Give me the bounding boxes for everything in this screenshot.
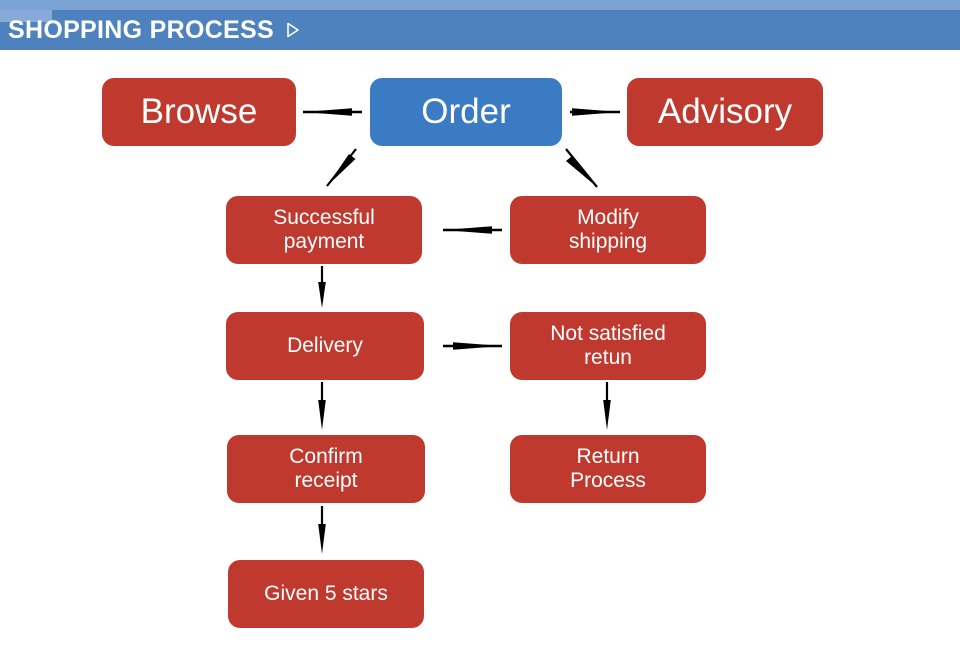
node-advisory[interactable]: Advisory (627, 78, 823, 146)
node-successful-payment[interactable]: Successful payment (226, 196, 422, 264)
play-triangle-icon (286, 22, 300, 38)
edge-delivery-to-not-satisfied (443, 342, 502, 350)
node-delivery[interactable]: Delivery (226, 312, 424, 380)
edge-order-to-advisory (570, 108, 620, 116)
header-top-accent-strip (0, 0, 960, 10)
shopping-process-flowchart: Browse Order Advisory Successful payment… (0, 50, 960, 654)
edge-order-to-browse (303, 108, 362, 116)
node-return-process[interactable]: Return Process (510, 435, 706, 503)
node-not-satisfied-retun[interactable]: Not satisfied retun (510, 312, 706, 380)
node-advisory-label: Advisory (657, 92, 793, 132)
node-modify-shipping[interactable]: Modify shipping (510, 196, 706, 264)
node-confirm-receipt-label: Confirm receipt (289, 445, 363, 492)
node-given-5-stars-label: Given 5 stars (264, 582, 388, 606)
node-browse[interactable]: Browse (102, 78, 296, 146)
node-not-satisfied-retun-label: Not satisfied retun (550, 322, 666, 369)
node-modify-shipping-label: Modify shipping (568, 206, 648, 253)
node-given-5-stars[interactable]: Given 5 stars (228, 560, 424, 628)
edge-order-to-modify-shipping (565, 148, 598, 188)
node-successful-payment-label: Successful payment (273, 206, 375, 253)
edge-modify-shipping-to-successful-payment (443, 226, 502, 234)
node-return-process-label: Return Process (570, 445, 646, 492)
edge-successful-payment-to-delivery (318, 266, 326, 308)
header-title-row: SHOPPING PROCESS (8, 10, 300, 50)
page-title: SHOPPING PROCESS (8, 15, 274, 44)
node-order-label: Order (421, 92, 511, 132)
edge-delivery-to-confirm-receipt (318, 382, 326, 430)
edge-not-satisfied-to-return-process (603, 382, 611, 430)
node-browse-label: Browse (140, 92, 258, 132)
node-confirm-receipt[interactable]: Confirm receipt (227, 435, 425, 503)
node-delivery-label: Delivery (287, 334, 363, 358)
header-bar: SHOPPING PROCESS (0, 0, 960, 50)
node-order[interactable]: Order (370, 78, 562, 146)
edge-confirm-receipt-to-given-5-stars (318, 506, 326, 554)
edge-order-to-successful-payment (326, 148, 357, 187)
